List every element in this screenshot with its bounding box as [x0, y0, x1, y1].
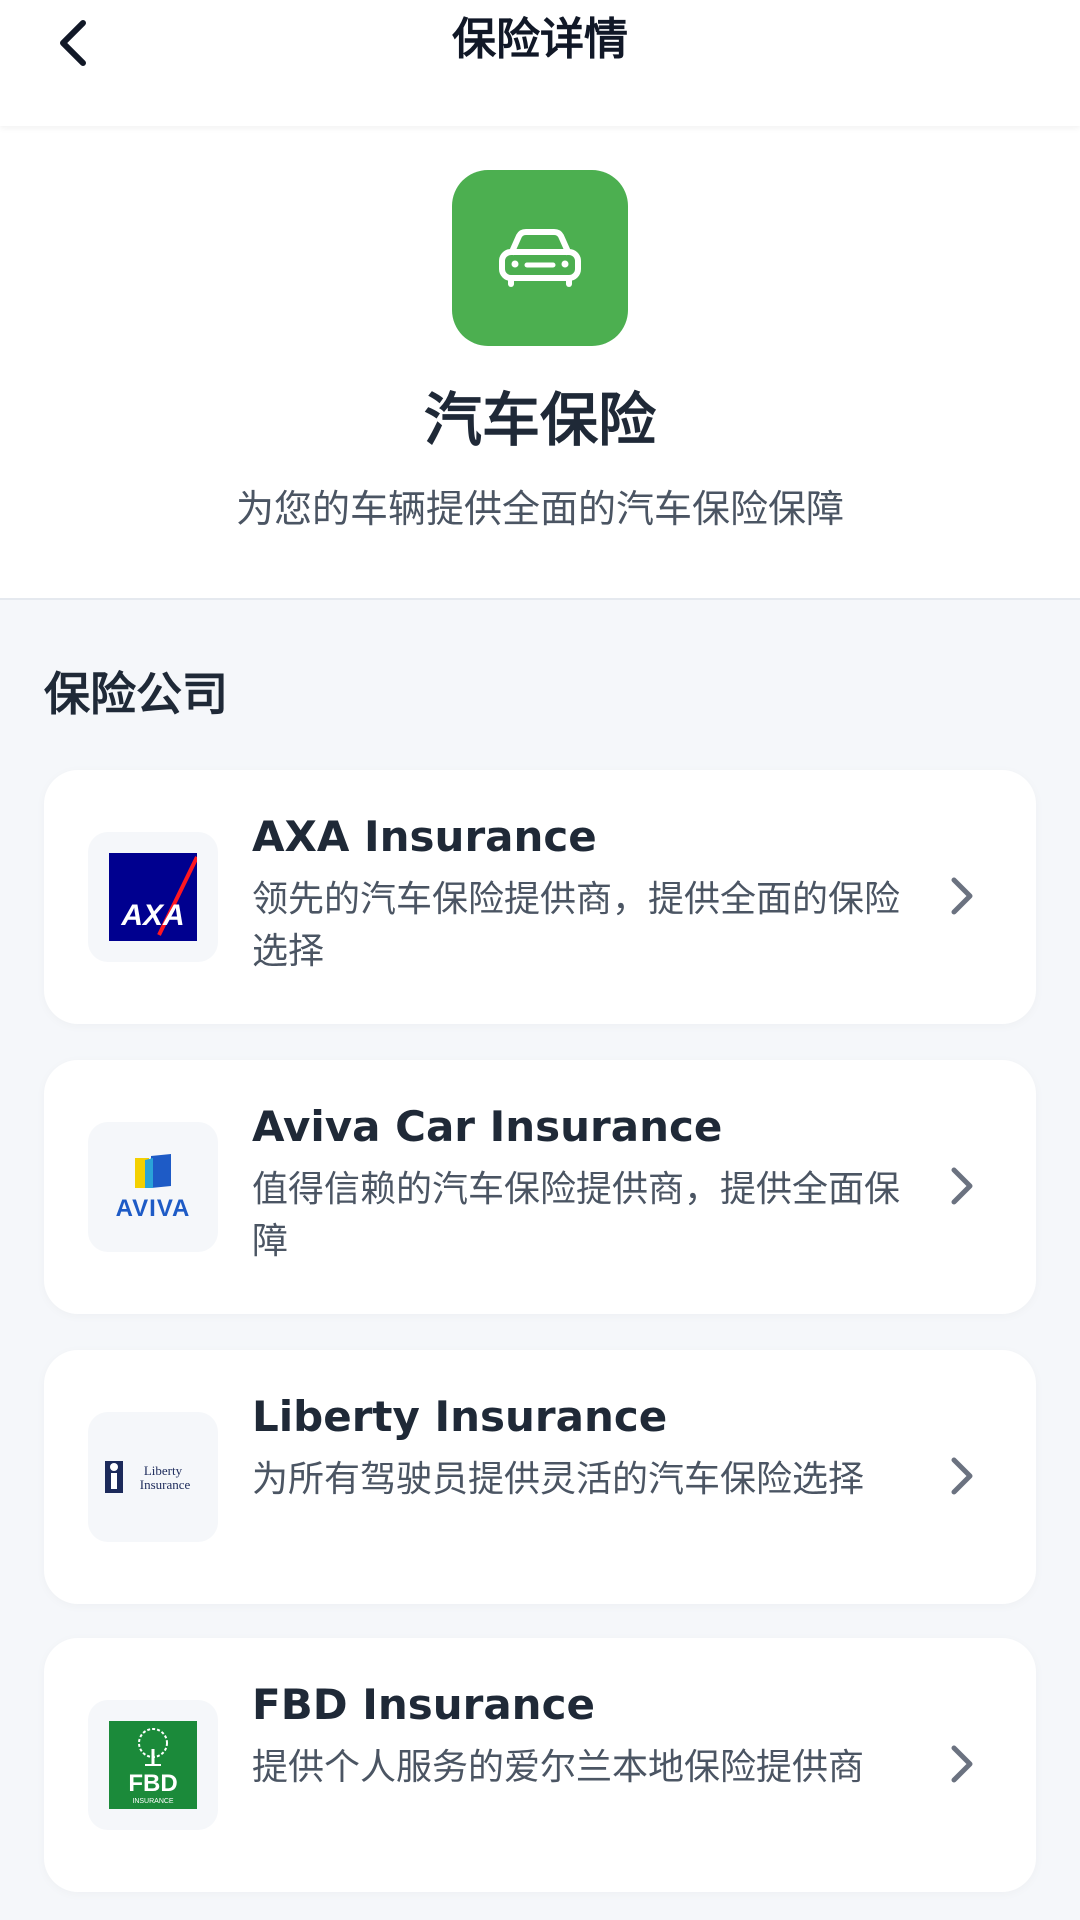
- car-icon: [499, 229, 581, 287]
- company-name: Liberty Insurance: [252, 1392, 668, 1441]
- insurance-hero: 汽车保险 为您的车辆提供全面的汽车保险保障: [0, 126, 1080, 600]
- company-card-liberty[interactable]: Liberty Insurance Liberty Insurance 为所有驾…: [44, 1350, 1036, 1604]
- company-logo-box: AVIVA: [88, 1122, 218, 1252]
- company-description: 提供个人服务的爱尔兰本地保险提供商: [252, 1747, 865, 1788]
- axa-logo: AXA: [109, 853, 197, 941]
- chevron-right-icon: [940, 1164, 984, 1208]
- company-card-aviva[interactable]: AVIVA Aviva Car Insurance 值得信赖的汽车保险提供商，提…: [44, 1060, 1036, 1314]
- svg-text:AVIVA: AVIVA: [116, 1195, 191, 1222]
- chevron-right-icon: [940, 874, 984, 918]
- aviva-logo: AVIVA: [116, 1154, 191, 1222]
- company-logo-box: Liberty Insurance: [88, 1412, 218, 1542]
- fbd-logo: FBD INSURANCE: [109, 1721, 197, 1809]
- chevron-right-icon: [940, 1742, 984, 1786]
- svg-text:AXA: AXA: [120, 899, 184, 932]
- company-description: 值得信赖的汽车保险提供商，提供全面保障: [252, 1169, 901, 1262]
- company-name: AXA Insurance: [252, 812, 597, 861]
- company-logo-box: AXA: [88, 832, 218, 962]
- company-name: FBD Insurance: [252, 1680, 595, 1729]
- svg-text:Insurance: Insurance: [140, 1477, 191, 1492]
- company-description: 为所有驾驶员提供灵活的汽车保险选择: [252, 1459, 865, 1500]
- svg-text:FBD: FBD: [128, 1770, 177, 1797]
- company-card-axa[interactable]: AXA AXA Insurance 领先的汽车保险提供商，提供全面的保险选择: [44, 770, 1036, 1024]
- company-description: 领先的汽车保险提供商，提供全面的保险选择: [252, 879, 901, 972]
- insurance-type-title: 汽车保险: [423, 386, 656, 454]
- company-card-fbd[interactable]: FBD INSURANCE FBD Insurance 提供个人服务的爱尔兰本地…: [44, 1638, 1036, 1892]
- page-title: 保险详情: [452, 14, 628, 65]
- chevron-right-icon: [940, 1454, 984, 1498]
- svg-text:Liberty: Liberty: [144, 1463, 183, 1478]
- car-insurance-icon-tile: [452, 170, 628, 346]
- company-name: Aviva Car Insurance: [252, 1102, 723, 1151]
- svg-text:INSURANCE: INSURANCE: [132, 1798, 174, 1805]
- company-logo-box: FBD INSURANCE: [88, 1700, 218, 1830]
- section-title-companies: 保险公司: [44, 667, 228, 721]
- liberty-logo: Liberty Insurance: [105, 1461, 191, 1493]
- top-nav-bar: 保险详情: [0, 0, 1080, 126]
- insurance-type-subtitle: 为您的车辆提供全面的汽车保险保障: [235, 487, 844, 531]
